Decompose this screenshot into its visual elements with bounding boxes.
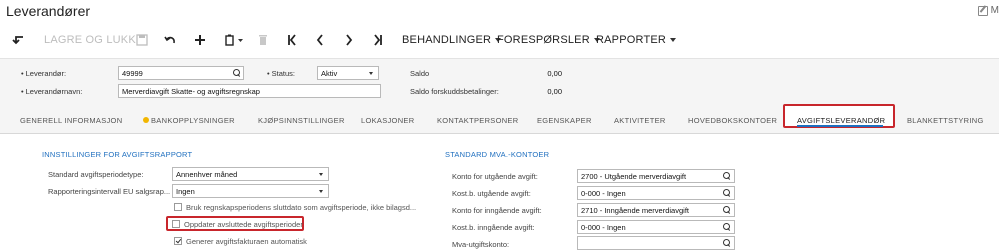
update-closed-periods-label: Oppdater avsluttede avgiftsperioder — [184, 220, 303, 229]
vendor-name-label: • Leverandørnavn: — [21, 87, 83, 96]
search-icon[interactable] — [723, 206, 731, 214]
inquiries-menu[interactable]: FORESPØRSLER — [497, 34, 600, 46]
use-period-end-label: Bruk regnskapsperiodens sluttdato som av… — [186, 203, 417, 212]
tab-contacts[interactable]: KONTAKTPERSONER — [437, 116, 518, 125]
toolbar: LAGRE OG LUKK BEHANDLINGER FORESPØRSLER … — [0, 26, 999, 54]
tab-attributes[interactable]: EGENSKAPER — [537, 116, 592, 125]
reports-menu[interactable]: RAPPORTER — [596, 34, 677, 46]
edit-icon — [977, 5, 988, 16]
delete-icon[interactable] — [258, 32, 268, 48]
use-period-end-checkbox[interactable] — [174, 203, 182, 211]
processing-menu[interactable]: BEHANDLINGER — [402, 34, 502, 46]
search-icon[interactable] — [723, 189, 731, 197]
vendor-label: • Leverandør: — [21, 69, 67, 78]
undo-icon[interactable] — [164, 32, 176, 48]
processing-menu-label: BEHANDLINGER — [402, 34, 492, 46]
prepayment-label: Saldo forskuddsbetalinger: — [410, 87, 499, 96]
save-icon[interactable] — [136, 32, 148, 48]
search-icon[interactable] — [723, 172, 731, 180]
chevron-down-icon — [319, 173, 323, 176]
tab-gl-accounts[interactable]: HOVEDBOKSKONTOER — [688, 116, 777, 125]
next-record-icon[interactable] — [345, 32, 353, 48]
tab-locations[interactable]: LOKASJONER — [361, 116, 414, 125]
period-type-label: Standard avgiftsperiodetype: — [48, 170, 144, 179]
search-icon[interactable] — [233, 69, 241, 77]
title-bar: Leverandører M — [0, 0, 999, 24]
warning-icon — [143, 117, 149, 124]
input-vat-account-input[interactable]: 2710 - Inngående merverdiavgift — [577, 203, 735, 217]
vendor-name-input[interactable]: Merverdiavgift Skatte- og avgiftsregnska… — [118, 84, 381, 98]
tab-tax-agency[interactable]: AVGIFTSLEVERANDØR — [797, 116, 885, 125]
edit-link-label: M — [990, 5, 999, 16]
tab-bank-details-label: BANKOPPLYSNINGER — [151, 116, 235, 125]
chevron-down-icon — [319, 190, 323, 193]
prepayment-value: 0,00 — [547, 87, 562, 96]
eu-interval-select[interactable]: Ingen — [172, 184, 329, 198]
output-vat-account-label: Konto for utgående avgift: — [452, 172, 538, 181]
balance-label: Saldo — [410, 69, 430, 78]
back-icon[interactable] — [12, 32, 26, 48]
add-icon[interactable] — [194, 32, 206, 48]
search-icon[interactable] — [723, 239, 731, 247]
tab-form-management[interactable]: BLANKETTSTYRING — [907, 116, 984, 125]
tab-purchase-settings[interactable]: KJØPSINNSTILLINGER — [258, 116, 345, 125]
eu-interval-label: Rapporteringsintervall EU salgsrap... — [48, 187, 171, 196]
output-vat-account-input[interactable]: 2700 - Utgående merverdiavgift — [577, 169, 735, 183]
page-title: Leverandører — [6, 3, 91, 19]
chevron-down-icon — [670, 38, 677, 43]
balance-value: 0,00 — [547, 69, 562, 78]
reports-menu-label: RAPPORTER — [596, 34, 667, 46]
copy-paste-icon[interactable] — [225, 32, 245, 48]
tab-activities[interactable]: AKTIVITETER — [614, 116, 666, 125]
input-vat-subaccount-input[interactable]: 0-000 - Ingen — [577, 220, 735, 234]
input-vat-account-label: Konto for inngående avgift: — [452, 206, 542, 215]
vat-accounts-title: STANDARD MVA.-KONTOER — [445, 150, 550, 159]
auto-generate-invoice-checkbox[interactable] — [174, 237, 182, 245]
period-type-select[interactable]: Annenhver måned — [172, 167, 329, 181]
auto-generate-invoice-label: Generer avgiftsfakturaen automatisk — [186, 237, 307, 246]
output-vat-subaccount-input[interactable]: 0-000 - Ingen — [577, 186, 735, 200]
vat-expense-account-label: Mva-utgiftskonto: — [452, 240, 510, 249]
input-vat-subaccount-label: Kost.b. inngående avgift: — [452, 223, 535, 232]
status-label: • Status: — [267, 69, 295, 78]
output-vat-subaccount-label: Kost.b. utgående avgift: — [452, 189, 531, 198]
previous-record-icon[interactable] — [316, 32, 324, 48]
first-record-icon[interactable] — [287, 32, 297, 48]
vat-expense-account-input[interactable] — [577, 236, 735, 250]
chevron-down-icon — [369, 72, 373, 75]
inquiries-menu-label: FORESPØRSLER — [497, 34, 590, 46]
vendor-input[interactable]: 49999 — [118, 66, 244, 80]
tab-general-info[interactable]: GENERELL INFORMASJON — [20, 116, 122, 125]
active-tab-underline — [797, 125, 883, 127]
update-closed-periods-checkbox[interactable] — [172, 220, 180, 228]
last-record-icon[interactable] — [373, 32, 383, 48]
edit-link[interactable]: M — [977, 5, 999, 16]
save-close-button[interactable]: LAGRE OG LUKK — [44, 34, 136, 46]
tax-settings-title: INNSTILLINGER FOR AVGIFTSRAPPORT — [42, 150, 193, 159]
search-icon[interactable] — [723, 223, 731, 231]
tab-bank-details[interactable]: BANKOPPLYSNINGER — [143, 116, 235, 125]
